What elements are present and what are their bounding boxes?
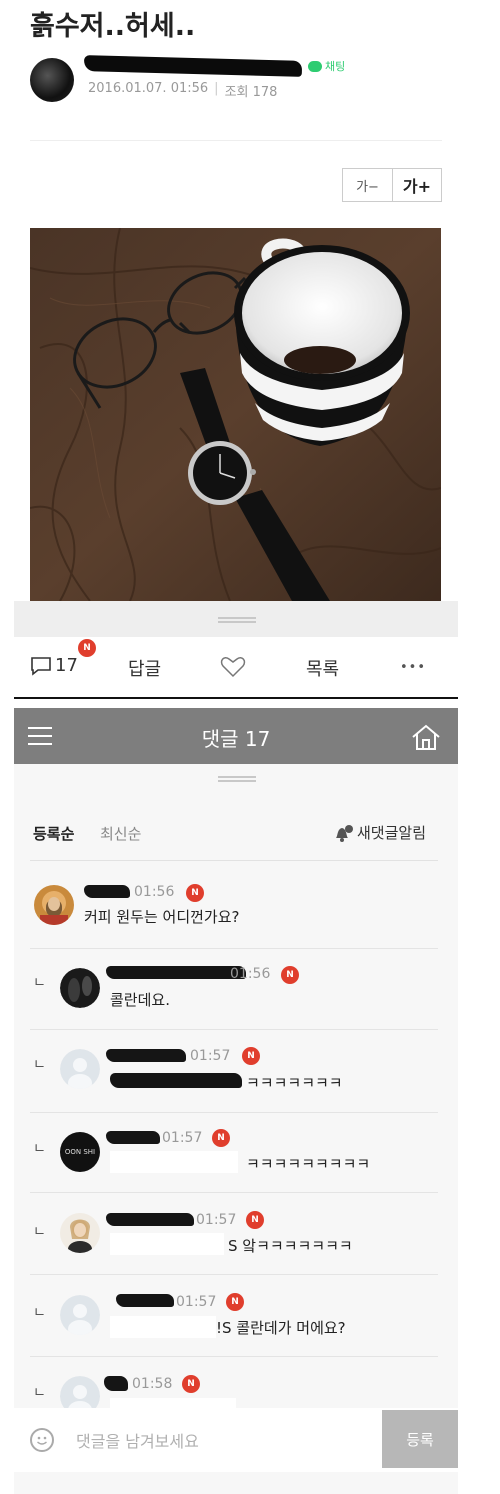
comment-text: ㅋㅋㅋㅋㅋㅋㅋ <box>246 1074 343 1092</box>
comment-text-redacted <box>110 1073 242 1088</box>
new-badge: N <box>186 884 204 902</box>
comment-input[interactable]: 댓글을 남겨보세요 <box>76 1428 199 1452</box>
comment-text-blank <box>110 1151 238 1173</box>
notify-label: 새댓글알림 <box>357 824 427 842</box>
reply-indicator: ㄴ <box>33 975 46 991</box>
home-icon[interactable] <box>410 723 442 755</box>
avatar-text: OON SHI <box>64 1148 96 1156</box>
commenter-name-redacted <box>84 885 130 898</box>
commenter-name-redacted <box>106 1049 186 1062</box>
heart-icon <box>220 656 246 678</box>
comment-time: 01:57 <box>162 1130 203 1146</box>
list-button[interactable]: 목록 <box>306 655 339 681</box>
comment-count: 17 <box>55 655 78 676</box>
new-badge: N <box>281 966 299 984</box>
author-avatar[interactable] <box>30 58 74 102</box>
comment-time: 01:56 <box>134 884 175 900</box>
comment-panel-title: 댓글 17 <box>201 727 271 751</box>
comment-divider <box>30 1112 438 1113</box>
comment-time: 01:57 <box>190 1048 231 1064</box>
comment-count-button[interactable]: 17 <box>30 655 78 676</box>
more-options-button[interactable]: ••• <box>400 660 426 675</box>
like-button[interactable] <box>220 656 246 678</box>
emoticon-icon[interactable] <box>30 1428 54 1452</box>
reply-indicator: ㄴ <box>33 1305 46 1321</box>
new-comment-notify-button[interactable]: 새댓글알림 <box>332 822 426 843</box>
header-divider <box>30 140 442 141</box>
comment-divider <box>30 1356 438 1357</box>
panel-drag-handle[interactable] <box>218 776 256 782</box>
font-size-control: 가− 가+ <box>342 168 442 202</box>
comment-icon <box>31 656 51 676</box>
post-meta: 2016.01.07. 01:56 | 조회 178 <box>88 81 277 100</box>
section-divider <box>14 697 458 699</box>
font-increase-button[interactable]: 가+ <box>392 169 441 201</box>
comment-text-blank <box>110 1398 236 1408</box>
meta-separator: | <box>214 81 219 96</box>
comment-divider <box>30 1274 438 1275</box>
photo-illustration <box>30 228 441 601</box>
comment-text-blank <box>110 1233 224 1255</box>
avatar[interactable] <box>60 1295 100 1335</box>
reply-indicator: ㄴ <box>33 1141 46 1157</box>
reply-button[interactable]: 답글 <box>128 655 161 681</box>
post-views: 조회 178 <box>224 85 278 100</box>
new-badge: N <box>212 1129 230 1147</box>
chat-bubble-icon <box>308 60 322 72</box>
comment-divider <box>30 948 438 949</box>
new-badge: N <box>78 639 96 657</box>
reply-indicator: ㄴ <box>33 1057 46 1073</box>
submit-comment-button[interactable]: 등록 <box>382 1410 458 1468</box>
sort-registered-tab[interactable]: 등록순 <box>33 823 74 844</box>
commenter-name-redacted <box>116 1294 174 1307</box>
comment-time: 01:57 <box>196 1212 237 1228</box>
comment-text: 콜란데요. <box>110 991 170 1009</box>
post-date: 2016.01.07. 01:56 <box>88 81 209 96</box>
reply-indicator: ㄴ <box>33 1385 46 1401</box>
chat-link[interactable]: 채팅 <box>308 58 345 74</box>
comment-time: 01:58 <box>132 1376 173 1392</box>
comment-text-blank <box>110 1316 216 1338</box>
new-badge: N <box>246 1211 264 1229</box>
author-name-redacted <box>83 55 303 77</box>
comment-time: 01:56 <box>230 966 271 982</box>
comment-time: 01:57 <box>176 1294 217 1310</box>
comment-divider <box>30 1192 438 1193</box>
comment-text: S 앜ㅋㅋㅋㅋㅋㅋㅋ <box>228 1237 353 1255</box>
post-photo[interactable] <box>30 228 441 601</box>
sort-latest-tab[interactable]: 최신순 <box>100 823 141 844</box>
new-badge: N <box>226 1293 244 1311</box>
drag-handle[interactable] <box>218 617 256 623</box>
comment-divider <box>30 1029 438 1030</box>
avatar[interactable]: OON SHI <box>60 1132 100 1172</box>
comment-text: 커피 원두는 어디껀가요? <box>84 908 240 926</box>
bell-icon <box>336 824 353 842</box>
avatar[interactable] <box>60 1049 100 1089</box>
chat-label: 채팅 <box>325 60 346 73</box>
sort-divider <box>30 860 438 861</box>
avatar[interactable] <box>60 1213 100 1253</box>
commenter-name-redacted <box>106 1131 160 1144</box>
reply-indicator: ㄴ <box>33 1224 46 1240</box>
new-badge: N <box>242 1047 260 1065</box>
avatar[interactable] <box>34 885 74 925</box>
commenter-name-redacted <box>106 1213 194 1226</box>
commenter-name-redacted <box>106 966 246 979</box>
comment-text: ㅋㅋㅋㅋㅋㅋㅋㅋㅋ <box>246 1155 371 1173</box>
comment-text: !S 콜란데가 머에요? <box>216 1319 346 1337</box>
post-title: 흙수저..허세.. <box>30 11 196 42</box>
new-badge: N <box>182 1375 200 1393</box>
avatar[interactable] <box>60 968 100 1008</box>
font-decrease-button[interactable]: 가− <box>343 169 392 201</box>
commenter-name-redacted <box>104 1376 128 1391</box>
